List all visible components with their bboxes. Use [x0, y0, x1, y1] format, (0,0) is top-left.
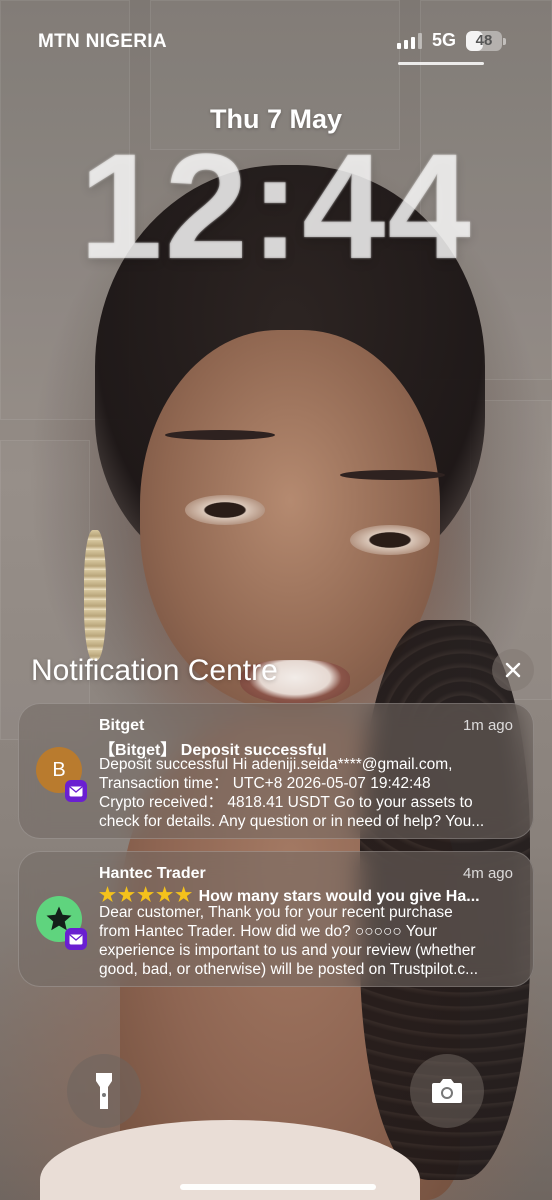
battery-cap — [503, 37, 506, 45]
yahoo-mail-icon — [65, 928, 87, 950]
notification-centre-title: Notification Centre — [31, 654, 278, 687]
camera-icon — [432, 1079, 462, 1103]
signal-icon — [396, 32, 422, 49]
notification-time: 4m ago — [462, 865, 513, 882]
home-indicator[interactable] — [180, 1184, 376, 1190]
wallpaper-eye — [350, 525, 430, 555]
notification-body-line: Deposit successful Hi adeniji.seida****@… — [99, 756, 453, 773]
close-icon — [505, 662, 521, 678]
notification-body-line: good, bad, or otherwise) will be posted … — [99, 961, 479, 978]
wall-panel — [0, 440, 90, 740]
lock-time: 12:44 — [79, 122, 473, 290]
notification-body: Dear customer, Thank you for your recent… — [99, 903, 513, 979]
wallpaper-earring — [84, 530, 106, 660]
yahoo-mail-icon — [65, 780, 87, 802]
notification-time: 1m ago — [462, 717, 513, 734]
wallpaper-brow — [165, 430, 275, 440]
notification-hantec[interactable]: Hantec Trader 4m ago ★★★★★ How many star… — [18, 851, 534, 987]
notification-body-line: Transaction time： UTC+8 2026-05-07 19:42… — [99, 775, 431, 792]
avatar-letter: B — [52, 758, 66, 781]
notification-bitget[interactable]: B Bitget 1m ago 【Bitget】 Deposit success… — [18, 703, 534, 839]
notification-body-line: Dear customer, Thank you for your recent… — [99, 904, 453, 921]
notification-body-line: Crypto received： 4818.41 USDT Go to your… — [99, 794, 473, 811]
network-type: 5G — [431, 30, 456, 50]
wallpaper-eye — [185, 495, 265, 525]
flashlight-button[interactable] — [67, 1054, 141, 1128]
notification-body-line: check for details. Any question or in ne… — [99, 813, 485, 830]
notification-body: Deposit successful Hi adeniji.seida****@… — [99, 755, 513, 831]
status-indicators: 5G 48 — [396, 30, 506, 51]
flashlight-icon — [96, 1073, 112, 1109]
battery-icon: 48 — [466, 30, 506, 51]
camera-button[interactable] — [410, 1054, 484, 1128]
battery-percent: 48 — [475, 32, 493, 49]
notification-app-name: Bitget — [99, 717, 145, 734]
close-button[interactable] — [492, 649, 534, 691]
wallpaper-brow — [340, 470, 445, 480]
control-centre-indicator[interactable] — [398, 62, 484, 65]
notification-body-line: from Hantec Trader. How did we do? ○○○○○… — [99, 923, 438, 940]
carrier-name: MTN NIGERIA — [38, 31, 167, 52]
notification-body-line: experience is important to us and your r… — [99, 942, 476, 959]
status-bar: MTN NIGERIA 5G 48 — [0, 0, 552, 80]
notification-app-name: Hantec Trader — [99, 865, 206, 882]
